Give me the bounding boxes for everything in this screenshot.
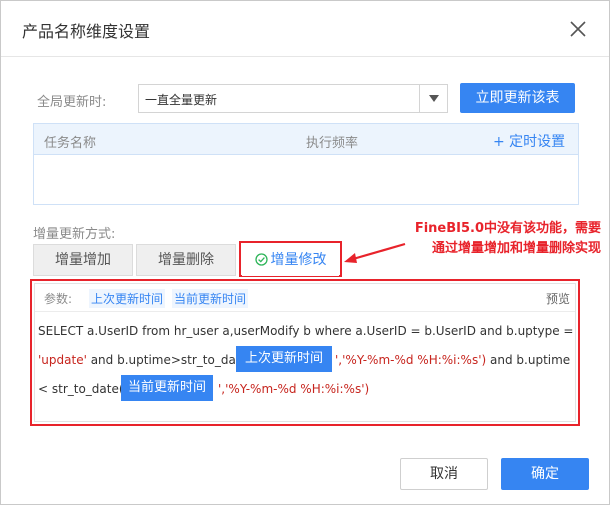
sql-and-uptime: and b.uptime (486, 353, 571, 367)
sql-param-chip-current-update[interactable]: 当前更新时间 (121, 375, 213, 401)
global-update-label: 全局更新时: (37, 95, 107, 110)
sql-date-format-1: ','%Y-%m-%d %H:%i:%s') (335, 353, 487, 367)
global-update-select[interactable]: 一直全量更新 (138, 84, 448, 113)
task-table-header: 任务名称 执行频率 + 定时设置 (34, 124, 578, 155)
update-now-button[interactable]: 立即更新该表 (460, 83, 575, 113)
param-current-update-time[interactable]: 当前更新时间 (172, 289, 249, 308)
sql-date-format-2: ','%Y-%m-%d %H:%i:%s') (218, 382, 370, 396)
dialog-title: 产品名称维度设置 (22, 22, 151, 41)
ok-button[interactable]: 确定 (501, 458, 589, 490)
sql-line-2: 'update' and b.uptime>str_to_date(' (38, 353, 256, 367)
dialog-titlebar: 产品名称维度设置 (1, 1, 609, 57)
annotation-note: FineBI5.0中没有该功能，需要 通过增量增加和增量删除实现 (405, 219, 601, 259)
annotation-line-1: FineBI5.0中没有该功能，需要 (414, 221, 601, 236)
global-update-value: 一直全量更新 (145, 93, 218, 107)
tab-incremental-modify[interactable]: 增量修改 (242, 244, 339, 276)
cancel-button[interactable]: 取消 (400, 458, 488, 490)
params-bar: 参数: 上次更新时间 当前更新时间 预览 (35, 284, 575, 312)
check-circle-icon (254, 247, 268, 277)
preview-link[interactable]: 预览 (546, 290, 570, 307)
sql-line-2-tail: ','%Y-%m-%d %H:%i:%s') and b.uptime (335, 353, 570, 367)
params-highlight-box: 参数: 上次更新时间 当前更新时间 预览 SELECT a.UserID fro… (30, 279, 580, 426)
incremental-label: 增量更新方式: (33, 227, 116, 242)
chevron-down-icon[interactable] (419, 85, 447, 112)
param-last-update-time[interactable]: 上次更新时间 (89, 289, 166, 308)
tab-incremental-modify-label: 增量修改 (270, 252, 327, 268)
task-name-header: 任务名称 (44, 136, 97, 151)
params-label: 参数: (44, 292, 73, 306)
sql-param-chip-last-update[interactable]: 上次更新时间 (236, 346, 332, 372)
sql-update-literal: 'update' (38, 353, 87, 367)
timer-setting-link[interactable]: + 定时设置 (493, 131, 565, 151)
sql-line-3: < str_to_date(' (38, 382, 127, 396)
frequency-header: 执行频率 (306, 136, 359, 151)
sql-editor[interactable]: 参数: 上次更新时间 当前更新时间 预览 SELECT a.UserID fro… (34, 283, 576, 422)
annotation-line-2: 通过增量增加和增量删除实现 (431, 241, 601, 256)
close-icon[interactable] (567, 18, 589, 40)
task-table: 任务名称 执行频率 + 定时设置 (33, 123, 579, 205)
sql-line-3-tail: ','%Y-%m-%d %H:%i:%s') (218, 382, 369, 396)
annotation-arrow-icon (344, 242, 406, 263)
sql-line-1: SELECT a.UserID from hr_user a,userModif… (38, 324, 574, 338)
sql-uptime-gt: and b.uptime>str_to_date(' (86, 353, 256, 367)
tab-incremental-add[interactable]: 增量增加 (33, 244, 133, 276)
tab-incremental-delete[interactable]: 增量删除 (136, 244, 236, 276)
settings-dialog: 产品名称维度设置 全局更新时: 一直全量更新 立即更新该表 任务名称 执行频率 … (0, 0, 610, 505)
